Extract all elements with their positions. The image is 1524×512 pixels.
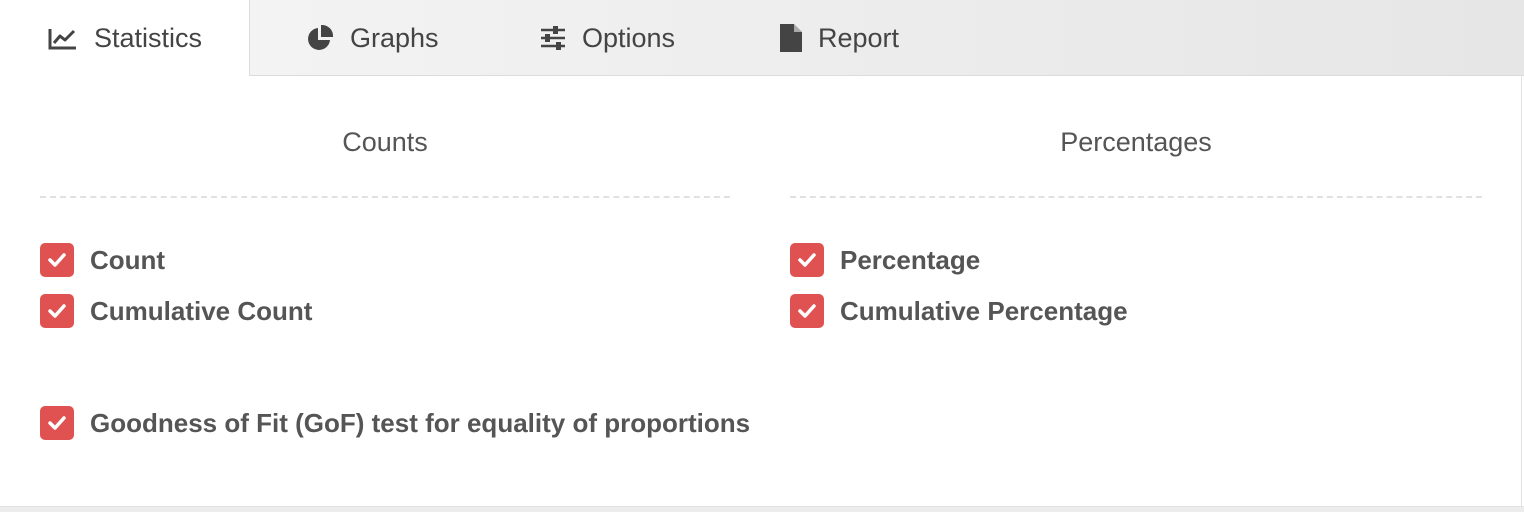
check-icon <box>48 304 66 318</box>
line-chart-icon <box>48 27 78 51</box>
tab-label: Statistics <box>94 23 203 53</box>
panel-bottom-edge <box>0 506 1524 512</box>
percentages-divider <box>790 196 1482 198</box>
cumulative-percentage-label: Cumulative Percentage <box>840 296 1128 326</box>
count-option[interactable]: Count <box>40 243 165 277</box>
count-checkbox[interactable] <box>40 243 74 277</box>
percentages-title: Percentages <box>1060 127 1212 157</box>
tab-bar: Statistics Graphs Options Report <box>0 0 1524 77</box>
gof-option[interactable]: Goodness of Fit (GoF) test for equality … <box>40 406 750 440</box>
tab-statistics[interactable]: Statistics <box>0 0 250 77</box>
percentage-option[interactable]: Percentage <box>790 243 980 277</box>
count-label: Count <box>90 245 166 275</box>
tab-label: Graphs <box>350 22 439 53</box>
gof-checkbox[interactable] <box>40 406 74 440</box>
percentage-label: Percentage <box>840 245 981 275</box>
cumulative-count-label: Cumulative Count <box>90 296 313 326</box>
gof-label: Goodness of Fit (GoF) test for equality … <box>90 408 751 438</box>
cumulative-percentage-option[interactable]: Cumulative Percentage <box>790 294 1128 328</box>
check-icon <box>48 253 66 267</box>
check-icon <box>48 416 66 430</box>
file-icon <box>780 24 802 52</box>
tab-options[interactable]: Options <box>540 0 675 76</box>
pie-chart-icon <box>306 24 334 52</box>
check-icon <box>798 253 816 267</box>
cumulative-count-checkbox[interactable] <box>40 294 74 328</box>
cumulative-percentage-checkbox[interactable] <box>790 294 824 328</box>
tab-report[interactable]: Report <box>780 0 899 76</box>
percentage-checkbox[interactable] <box>790 243 824 277</box>
sliders-icon <box>540 26 566 50</box>
tab-graphs[interactable]: Graphs <box>306 0 439 76</box>
counts-title: Counts <box>342 127 428 157</box>
tab-label: Options <box>582 22 676 53</box>
cumulative-count-option[interactable]: Cumulative Count <box>40 294 312 328</box>
check-icon <box>798 304 816 318</box>
counts-divider <box>40 196 730 198</box>
tab-label: Report <box>818 22 900 53</box>
